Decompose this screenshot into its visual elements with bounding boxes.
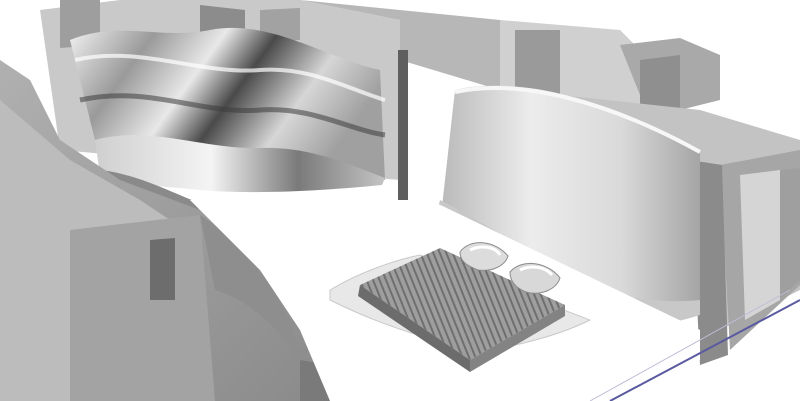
- render-canvas: [0, 0, 800, 401]
- column: [398, 50, 408, 200]
